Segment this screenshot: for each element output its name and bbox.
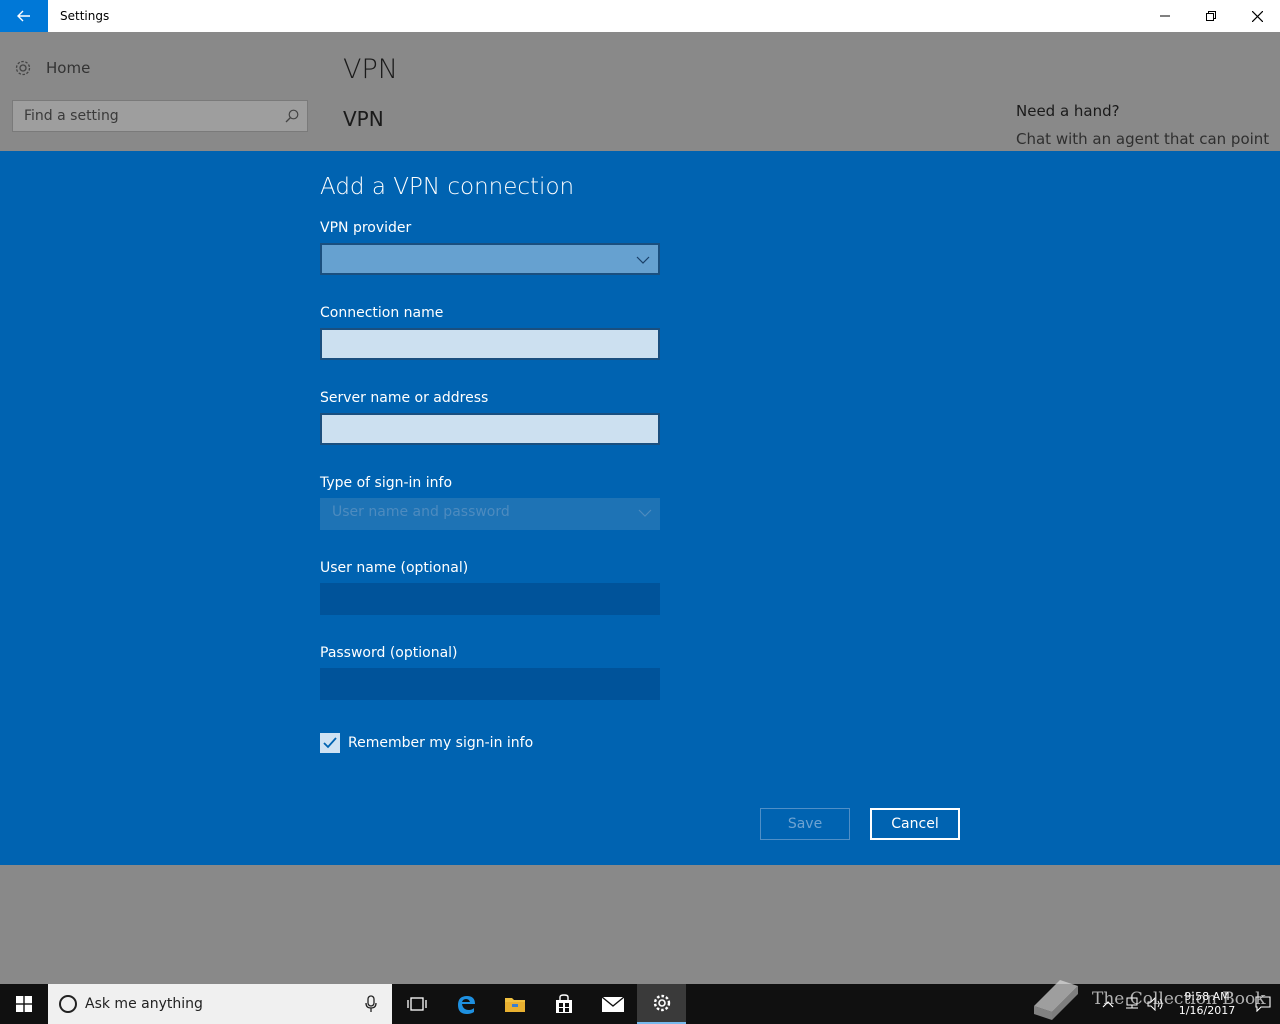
network-icon — [1126, 997, 1138, 1009]
remember-label: Remember my sign-in info — [348, 735, 534, 751]
username-input[interactable] — [320, 583, 660, 615]
server-input[interactable] — [320, 413, 660, 445]
clock-time: 9:58 AM — [1184, 990, 1230, 1003]
cortana-icon — [59, 995, 77, 1013]
back-button[interactable] — [0, 0, 48, 32]
vpn-provider-select[interactable] — [320, 243, 660, 275]
nav-home[interactable]: Home — [14, 59, 90, 77]
clock-date: 1/16/2017 — [1178, 1004, 1236, 1017]
gear-icon — [653, 994, 670, 1012]
password-input[interactable] — [320, 668, 660, 700]
home-label: Home — [46, 59, 91, 77]
checkmark-icon — [323, 737, 337, 749]
signin-type-value: User name and password — [332, 504, 510, 520]
mail-button[interactable] — [588, 984, 637, 1024]
back-arrow-icon — [17, 10, 30, 22]
mail-icon — [601, 996, 624, 1012]
save-button[interactable]: Save — [760, 808, 850, 840]
chevron-up-icon — [1102, 1001, 1114, 1008]
remember-checkbox[interactable] — [320, 733, 340, 753]
cortana-search-box[interactable]: Ask me anything — [48, 984, 392, 1024]
chevron-down-icon — [636, 256, 650, 264]
restore-button[interactable] — [1188, 0, 1234, 32]
store-icon — [555, 994, 572, 1013]
gear-icon — [15, 60, 31, 76]
help-link[interactable]: Chat with an agent that can point — [1016, 130, 1269, 148]
microphone-icon[interactable] — [364, 995, 378, 1013]
action-center-button[interactable] — [1246, 984, 1280, 1024]
network-button[interactable] — [1120, 984, 1144, 1024]
connection-name-input[interactable] — [320, 328, 660, 360]
vpn-provider-label: VPN provider — [320, 220, 412, 236]
search-icon — [285, 109, 299, 123]
cortana-search-text: Ask me anything — [85, 996, 203, 1012]
settings-search-input[interactable]: Find a setting — [12, 100, 308, 132]
add-vpn-dialog: Add a VPN connection VPN provider Connec… — [0, 151, 1280, 865]
show-hidden-icons-button[interactable] — [1096, 984, 1120, 1024]
minimize-icon — [1160, 15, 1170, 17]
store-button[interactable] — [539, 984, 588, 1024]
close-button[interactable] — [1234, 0, 1280, 32]
chevron-down-icon — [638, 509, 652, 517]
clock[interactable]: 9:58 AM 1/16/2017 — [1168, 990, 1246, 1018]
windows-logo-icon — [16, 996, 32, 1012]
folder-icon — [504, 998, 525, 1012]
username-label: User name (optional) — [320, 560, 469, 576]
file-explorer-button[interactable] — [490, 984, 539, 1024]
edge-icon — [457, 996, 475, 1014]
minimize-button[interactable] — [1142, 0, 1188, 32]
help-title: Need a hand? — [1016, 102, 1120, 120]
close-icon — [1251, 10, 1263, 22]
settings-taskbar-button[interactable] — [637, 984, 686, 1024]
section-title: VPN — [343, 107, 384, 131]
edge-button[interactable] — [441, 984, 490, 1024]
speaker-icon — [1147, 997, 1163, 1011]
start-button[interactable] — [0, 984, 48, 1024]
connection-name-label: Connection name — [320, 305, 444, 321]
title-bar: Settings — [0, 0, 1280, 32]
password-label: Password (optional) — [320, 645, 458, 661]
cancel-button[interactable]: Cancel — [870, 808, 960, 840]
window-controls — [1142, 0, 1280, 32]
remember-signin-row[interactable]: Remember my sign-in info — [320, 733, 533, 753]
system-tray: 9:58 AM 1/16/2017 — [1096, 984, 1280, 1024]
volume-button[interactable] — [1144, 984, 1168, 1024]
page-title: VPN — [343, 54, 398, 85]
notification-icon — [1255, 996, 1271, 1012]
taskbar: Ask me anything 9:58 AM 1/16/2017 — [0, 984, 1280, 1024]
search-placeholder: Find a setting — [24, 108, 119, 124]
window-title: Settings — [60, 9, 110, 23]
dialog-title: Add a VPN connection — [320, 174, 575, 200]
task-view-icon — [406, 997, 427, 1011]
signin-type-label: Type of sign-in info — [320, 475, 453, 491]
signin-type-select[interactable]: User name and password — [320, 498, 660, 530]
server-label: Server name or address — [320, 390, 489, 406]
task-view-button[interactable] — [392, 984, 441, 1024]
restore-icon — [1206, 11, 1216, 21]
